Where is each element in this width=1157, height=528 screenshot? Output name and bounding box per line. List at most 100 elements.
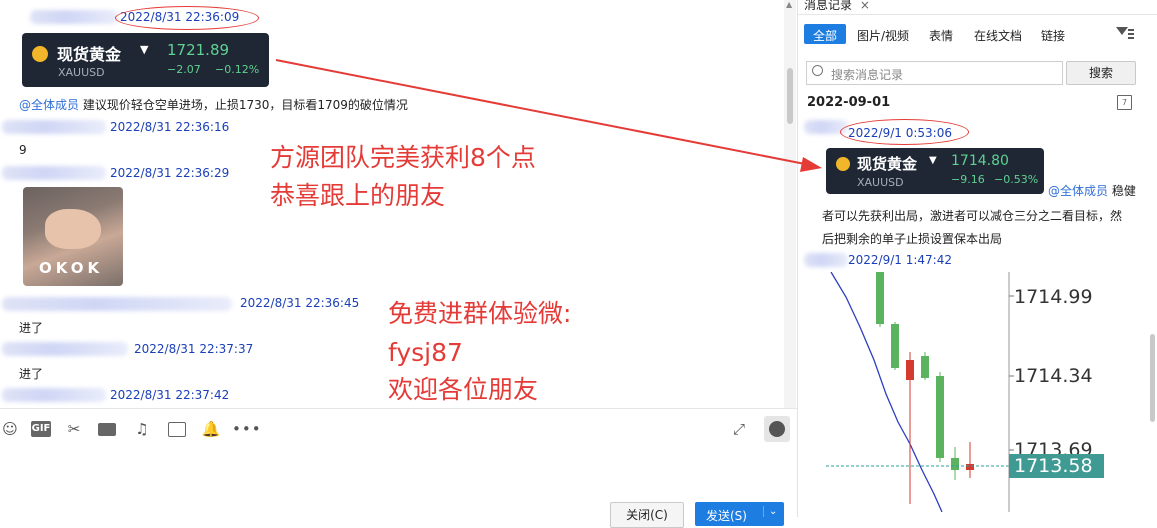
price-axis-label: 1714.99 xyxy=(1014,286,1093,308)
chevron-down-icon: ▼ xyxy=(140,43,149,56)
search-icon xyxy=(812,65,823,76)
gold-coin-icon xyxy=(32,46,48,62)
moving-average-line xyxy=(830,272,943,512)
mention-message-line1: @全体成员 稳健 xyxy=(1048,182,1136,199)
gold-quote-card[interactable]: 现货黄金 ▼ XAUUSD 1714.80 −9.16 −0.53% xyxy=(826,148,1044,194)
scissors-icon[interactable]: ✂ xyxy=(64,419,84,439)
close-button[interactable]: 关闭(C) xyxy=(610,502,684,528)
message-timestamp: 2022/8/31 22:36:45 xyxy=(240,296,360,310)
chevron-down-icon[interactable]: ⌄ xyxy=(763,506,777,517)
candle-bar xyxy=(906,360,914,380)
sender-name-blurred xyxy=(30,10,118,24)
candle-bar xyxy=(921,356,929,378)
message-timestamp: 2022/9/1 1:47:42 xyxy=(848,253,952,267)
message-history-panel: 消息记录 × 全部 图片/视频 表情 在线文档 链接 搜索消息记录 搜索 202… xyxy=(798,0,1157,517)
message-text: 进了 xyxy=(19,321,44,335)
search-box[interactable]: 搜索消息记录 xyxy=(806,61,1063,85)
chat-pane: 2022/8/31 22:36:09 现货黄金 ▼ XAUUSD 1721.89… xyxy=(0,0,797,528)
timestamp-highlight-ellipse xyxy=(115,6,259,30)
price-axis-label: 1714.34 xyxy=(1014,365,1093,387)
candle-bar xyxy=(891,324,899,368)
message-timestamp: 2022/8/31 22:37:42 xyxy=(110,388,230,402)
message-text: 9 xyxy=(19,143,27,157)
music-icon[interactable]: ♫ xyxy=(132,419,152,439)
filter-icon[interactable] xyxy=(1116,27,1134,41)
quote-name: 现货黄金 xyxy=(57,45,122,64)
chat-scrollbar-thumb[interactable] xyxy=(787,68,793,124)
mention-message: @全体成员 建议现价轻仓空单进场，止损1730，目标看1709的破位情况 xyxy=(19,96,408,113)
annotation-wechat-id: fysj87 xyxy=(388,338,463,367)
mention-all[interactable]: @全体成员 xyxy=(1048,184,1108,198)
panel-tab-underline xyxy=(798,14,1157,15)
chat-scrollbar-track[interactable]: ▲ xyxy=(784,0,796,408)
candle-bar xyxy=(876,272,884,324)
annotation-congrats: 恭喜跟上的朋友 xyxy=(270,181,446,210)
candle-bar xyxy=(951,458,959,470)
send-button[interactable]: 发送(S) ⌄ xyxy=(695,502,784,526)
current-price-tag: 1713.58 xyxy=(1009,454,1104,478)
gold-quote-card[interactable]: 现货黄金 ▼ XAUUSD 1721.89 −2.07 −0.12% xyxy=(22,33,269,87)
candle-bar xyxy=(936,376,944,458)
tab-images-videos[interactable]: 图片/视频 xyxy=(857,27,909,44)
search-input-placeholder: 搜索消息记录 xyxy=(831,68,904,82)
candlestick-chart-image[interactable]: 1714.99 1714.34 1713.69 1713.58 xyxy=(826,272,1106,512)
message-text: 建议现价轻仓空单进场，止损1730，目标看1709的破位情况 xyxy=(82,98,408,112)
history-scrollbar-thumb[interactable] xyxy=(1150,334,1155,422)
bell-icon[interactable]: 🔔 xyxy=(201,419,221,439)
panel-title: 消息记录 xyxy=(804,0,853,12)
quote-name: 现货黄金 xyxy=(857,155,918,173)
chevron-down-icon: ▼ xyxy=(929,155,937,166)
gold-coin-icon xyxy=(836,157,850,171)
folder-icon[interactable] xyxy=(97,419,117,439)
hand-gesture-shape xyxy=(45,209,101,249)
tab-stickers[interactable]: 表情 xyxy=(929,27,953,44)
tab-label: 全部 xyxy=(813,29,838,43)
message-text: 者可以先获利出局，激进者可以减仓三分之二看目标，然 xyxy=(822,209,1123,223)
mention-all[interactable]: @全体成员 xyxy=(19,98,79,112)
quote-change-pct: −0.12% xyxy=(215,63,260,76)
emoji-icon[interactable]: ☺ xyxy=(0,419,20,439)
sticker-image[interactable]: OKOK xyxy=(23,187,123,286)
message-text: 进了 xyxy=(19,367,44,381)
message-timestamp: 2022/8/31 22:37:37 xyxy=(134,342,254,356)
message-timestamp: 2022/8/31 22:36:16 xyxy=(110,120,230,134)
message-text: 后把剩余的单子止损设置保本出局 xyxy=(822,232,1003,246)
more-icon[interactable]: ••• xyxy=(232,419,261,439)
message-timestamp: 2022/8/31 22:36:29 xyxy=(110,166,230,180)
sticker-caption: OKOK xyxy=(39,259,104,277)
sender-name-blurred xyxy=(2,388,106,402)
message-text: 稳健 xyxy=(1111,184,1136,198)
sender-name-blurred xyxy=(804,253,848,267)
quote-change: −9.16 xyxy=(951,173,985,186)
quote-symbol: XAUUSD xyxy=(58,66,105,79)
history-clock-icon[interactable] xyxy=(764,416,790,442)
annotation-welcome: 欢迎各位朋友 xyxy=(388,375,539,404)
panel-tab[interactable]: 消息记录 × xyxy=(804,0,870,14)
sender-name-blurred xyxy=(2,120,106,134)
quote-change-pct: −0.53% xyxy=(994,173,1039,186)
tab-links[interactable]: 链接 xyxy=(1041,27,1065,44)
sender-name-blurred xyxy=(2,297,232,311)
expand-icon[interactable]: ⤢ xyxy=(729,419,749,439)
candle-bar xyxy=(966,464,974,470)
tab-all[interactable]: 全部 xyxy=(804,24,846,44)
gif-icon[interactable]: GIF xyxy=(31,421,51,437)
history-date: 2022-09-01 xyxy=(807,95,891,110)
sender-name-blurred xyxy=(2,342,128,356)
search-button[interactable]: 搜索 xyxy=(1066,61,1136,85)
close-icon[interactable]: × xyxy=(860,0,870,12)
input-toolbar-divider xyxy=(0,408,797,409)
annotation-join: 免费进群体验微: xyxy=(388,299,572,328)
timestamp-highlight-ellipse xyxy=(840,119,969,145)
send-button-label: 发送(S) xyxy=(706,509,747,523)
quote-change: −2.07 xyxy=(167,63,201,76)
quote-price: 1721.89 xyxy=(167,41,230,59)
quote-symbol: XAUUSD xyxy=(857,176,904,189)
tab-online-docs[interactable]: 在线文档 xyxy=(974,27,1022,44)
scroll-up-arrow[interactable]: ▲ xyxy=(786,0,792,9)
annotation-profit: 方源团队完美获利8个点 xyxy=(270,143,536,172)
quote-price: 1714.80 xyxy=(951,153,1009,169)
calendar-icon[interactable]: 7 xyxy=(1117,95,1132,110)
sender-name-blurred xyxy=(2,166,106,180)
image-icon[interactable] xyxy=(167,419,187,439)
